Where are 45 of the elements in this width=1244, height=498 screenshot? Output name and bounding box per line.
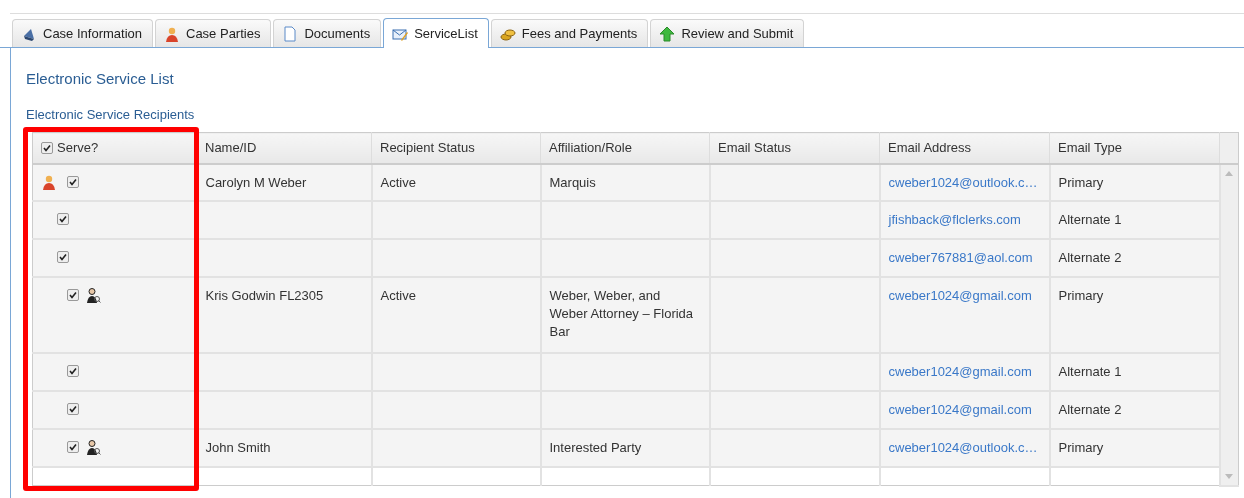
email-type-cell: Primary [1058, 174, 1104, 190]
name-cell: Kris Godwin FL2305 [205, 288, 324, 304]
affiliation-cell: Marquis [549, 174, 596, 190]
column-header: Email Address [888, 139, 972, 157]
status-cell: Active [380, 174, 416, 190]
tab[interactable]: Review and Submit [650, 19, 805, 47]
email-type-cell: Alternate 2 [1058, 250, 1122, 266]
email-type-cell: Primary [1058, 288, 1104, 304]
column-header: Email Status [718, 139, 791, 157]
checkbox[interactable] [67, 175, 79, 188]
name-cell: Carolyn M Weber [205, 174, 307, 190]
person-icon [41, 173, 57, 190]
person-search-icon [85, 438, 101, 455]
up-arrow-icon [659, 25, 676, 42]
person-search-icon [85, 287, 101, 304]
column-header: Email Type [1058, 139, 1123, 157]
document-icon [282, 25, 299, 42]
tab[interactable]: Case Information [12, 19, 153, 47]
person-icon [164, 25, 180, 42]
email-type-cell: Alternate 1 [1058, 212, 1122, 228]
checkbox[interactable] [41, 141, 53, 154]
checkbox[interactable] [57, 251, 69, 264]
tab[interactable]: ServiceList [383, 18, 489, 48]
name-cell: John Smith [205, 439, 271, 455]
affiliation-cell: Weber, Weber, and Weber Attorney – Florida Bar [549, 288, 694, 340]
checkbox[interactable] [67, 402, 79, 415]
column-header: Name/ID [205, 139, 257, 157]
tab[interactable]: Documents [273, 19, 382, 47]
section-subheading: Electronic Service Recipients [26, 105, 195, 124]
column-header: Serve? [57, 139, 99, 157]
column-header: Affiliation/Role [549, 139, 632, 157]
section-heading: Electronic Service List [26, 69, 174, 89]
tab[interactable]: Case Parties [155, 19, 272, 47]
checkbox[interactable] [67, 440, 79, 453]
checkbox[interactable] [67, 289, 79, 302]
email-type-cell: Alternate 2 [1058, 401, 1122, 417]
affiliation-cell: Interested Party [549, 439, 642, 455]
checkbox[interactable] [67, 364, 79, 377]
email-type-cell: Alternate 1 [1058, 363, 1122, 379]
checkbox[interactable] [57, 213, 69, 226]
email-type-cell: Primary [1058, 439, 1104, 455]
column-header: Recipient Status [380, 139, 475, 157]
status-cell: Active [380, 288, 416, 304]
email-link[interactable]: cweber1024@gmail.com [888, 288, 1032, 304]
tab[interactable]: Fees and Payments [490, 19, 649, 47]
